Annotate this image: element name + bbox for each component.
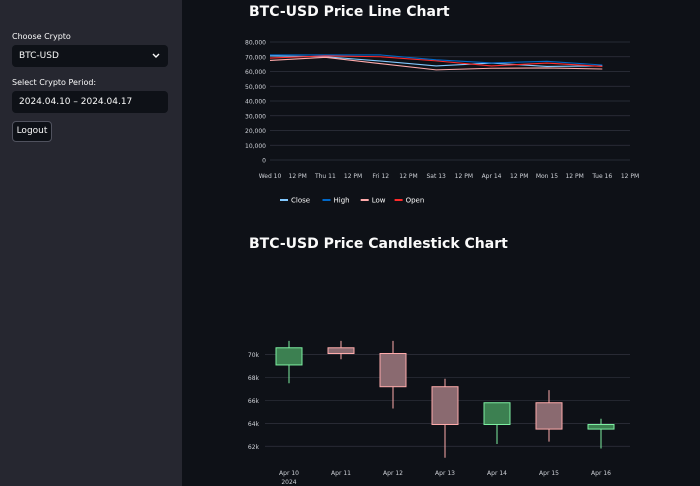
period-date-value: 2024.04.10 – 2024.04.17 <box>19 97 133 107</box>
line-chart-x-tick-label: Sat 13 <box>426 173 446 180</box>
line-chart-x-tick-label: Fri 12 <box>372 173 389 180</box>
line-chart-x-tick-label: 12 PM <box>565 173 583 180</box>
candle-chart-y-tick-label: 64k <box>248 421 260 428</box>
candle-chart-x-tick-label: Apr 11 <box>331 470 351 477</box>
legend-label: High <box>334 197 350 205</box>
line-chart-y-tick-label: 30,000 <box>245 113 266 120</box>
line-chart-x-tick-label: Apr 14 <box>482 173 502 180</box>
line-chart-y-tick-label: 70,000 <box>245 54 266 61</box>
candle-body <box>379 353 407 388</box>
line-chart-x-tick-label: 12 PM <box>510 173 528 180</box>
candle-apr-15 <box>535 390 563 442</box>
candle-chart-y-tick-label: 68k <box>248 375 260 382</box>
line-chart-y-tick-label: 0 <box>262 158 266 165</box>
candle-chart-y-tick-label: 66k <box>248 398 260 405</box>
candle-chart-x-tick-label: Apr 13 <box>435 470 455 477</box>
candle-body <box>587 424 615 430</box>
candle-body <box>275 347 303 366</box>
candle-chart-x-tick-label: Apr 12 <box>383 470 403 477</box>
line-chart-x-tick-label: 12 PM <box>289 173 307 180</box>
legend-item-low: Low <box>360 197 386 205</box>
candle-apr-14 <box>483 402 511 444</box>
legend-label: Open <box>406 197 425 205</box>
line-chart-x-tick-label: 12 PM <box>399 173 417 180</box>
candle-apr-11 <box>327 340 355 360</box>
period-select-label: Select Crypto Period: <box>12 78 97 87</box>
candlestick-chart: 62k 64k 66k 68k 70k Apr 10 Apr 11 Apr 12 Apr 13 A… <box>248 340 630 486</box>
candle-body <box>535 402 563 430</box>
candle-chart-x-tick-label: Apr 16 <box>591 470 611 477</box>
candle-chart-y-tick-label: 62k <box>248 444 260 451</box>
line-chart-title: BTC-USD Price Line Chart <box>249 4 450 20</box>
line-chart: 0 10,000 20,000 30,000 40,000 50,000 60,000 70,… <box>245 40 639 205</box>
sidebar: Choose Crypto BTC-USD Select Crypto Peri… <box>0 0 182 486</box>
line-chart-y-tick-label: 10,000 <box>245 143 266 150</box>
line-chart-x-tick-label: Thu 11 <box>314 173 336 180</box>
line-chart-x-tick-label: Wed 10 <box>259 173 282 180</box>
crypto-select[interactable]: BTC-USD <box>12 45 168 67</box>
line-chart-x-tick-label: 12 PM <box>621 173 639 180</box>
line-chart-y-tick-label: 20,000 <box>245 128 266 135</box>
chevron-down-icon <box>152 53 160 58</box>
line-chart-x-tick-label: Tue 16 <box>591 173 612 180</box>
legend-label: Low <box>372 197 386 205</box>
candle-chart-x-tick-label: Apr 14 <box>487 470 507 477</box>
candle-chart-y-tick-label: 70k <box>248 352 260 359</box>
candle-chart-year-label: 2024 <box>281 479 296 486</box>
candlestick-chart-title: BTC-USD Price Candlestick Chart <box>249 236 508 252</box>
line-chart-y-tick-label: 50,000 <box>245 84 266 91</box>
period-date-input[interactable]: 2024.04.10 – 2024.04.17 <box>12 91 168 113</box>
candle-apr-10 <box>275 340 303 384</box>
legend-item-close: Close <box>280 197 310 205</box>
candle-body <box>483 402 511 425</box>
line-chart-y-tick-label: 80,000 <box>245 40 266 47</box>
legend-item-open: Open <box>394 197 425 205</box>
candle-apr-13 <box>431 378 459 458</box>
legend-label: Close <box>291 197 310 205</box>
line-chart-y-tick-label: 60,000 <box>245 69 266 76</box>
crypto-select-label: Choose Crypto <box>12 32 71 41</box>
candle-body <box>431 386 459 425</box>
legend-item-high: High <box>322 197 350 205</box>
crypto-select-value: BTC-USD <box>19 51 59 61</box>
candle-chart-x-tick-label: Apr 15 <box>539 470 559 477</box>
line-chart-x-tick-label: Mon 15 <box>536 173 558 180</box>
line-chart-x-tick-label: 12 PM <box>455 173 473 180</box>
candle-body <box>327 347 355 354</box>
candle-apr-12 <box>379 340 407 409</box>
logout-button[interactable]: Logout <box>12 121 52 142</box>
line-chart-y-tick-label: 40,000 <box>245 99 266 106</box>
candle-chart-x-tick-label: Apr 10 <box>279 470 299 477</box>
line-chart-x-tick-label: 12 PM <box>344 173 362 180</box>
